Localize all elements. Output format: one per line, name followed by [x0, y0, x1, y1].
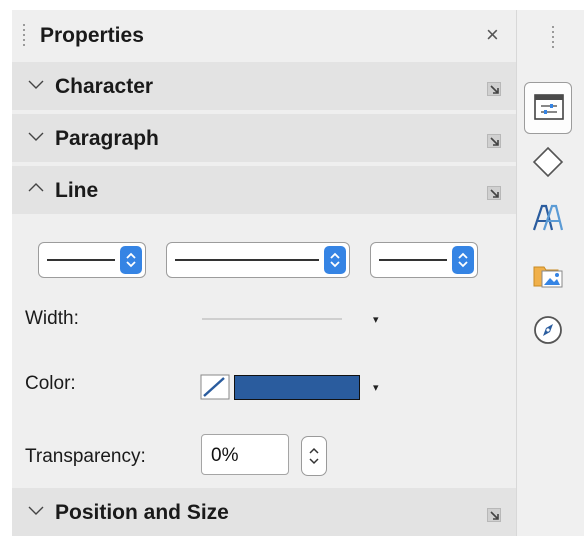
deck-grip-handle[interactable] [22, 24, 26, 49]
tab-styles[interactable] [524, 194, 572, 246]
section-character-label: Character [55, 75, 154, 98]
transparency-spinner[interactable] [301, 436, 327, 476]
chevron-up-icon [28, 183, 44, 192]
tab-navigator[interactable] [524, 306, 572, 358]
spin-updown-icon [120, 246, 142, 274]
dropdown-arrow-icon[interactable]: ▾ [373, 381, 379, 394]
tabbar-menu-grip[interactable] [551, 26, 555, 51]
section-character-header[interactable]: Character [12, 62, 516, 110]
width-label: Width: [25, 308, 79, 329]
section-line-label: Line [55, 179, 99, 202]
line-color-icon[interactable] [200, 374, 230, 400]
deck-title: Properties [40, 24, 144, 47]
line-color-swatch[interactable] [234, 375, 360, 400]
section-position-size-label: Position and Size [55, 501, 229, 524]
line-preview [379, 259, 447, 261]
close-icon[interactable]: × [486, 24, 499, 46]
styles-icon [532, 204, 564, 231]
section-line-body: Width: ▾ Color: ▾ Transparency: 0% [12, 218, 516, 486]
chevron-down-icon [28, 132, 44, 141]
more-options-icon[interactable] [487, 508, 501, 522]
chevron-down-icon [28, 506, 44, 515]
tab-properties[interactable] [524, 82, 572, 134]
line-width-selector[interactable] [202, 318, 342, 320]
more-options-icon[interactable] [487, 134, 501, 148]
properties-icon [534, 94, 564, 120]
section-paragraph-header[interactable]: Paragraph [12, 114, 516, 162]
navigator-icon [534, 316, 562, 344]
line-preview [175, 259, 319, 261]
chevron-down-icon [28, 80, 44, 89]
spin-updown-icon [452, 246, 474, 274]
more-options-icon[interactable] [487, 186, 501, 200]
shapes-icon [532, 146, 564, 178]
transparency-label: Transparency: [25, 446, 146, 467]
arrow-start-dropdown[interactable] [38, 242, 146, 278]
color-label: Color: [25, 373, 76, 394]
section-line-header[interactable]: Line [12, 166, 516, 214]
dropdown-arrow-icon[interactable]: ▾ [373, 313, 379, 326]
section-position-size-header[interactable]: Position and Size [12, 488, 516, 536]
deck-titlebar: Properties × [12, 10, 516, 62]
section-paragraph-label: Paragraph [55, 127, 159, 150]
more-options-icon[interactable] [487, 82, 501, 96]
line-style-dropdown[interactable] [166, 242, 350, 278]
spin-updown-icon [324, 246, 346, 274]
line-preview [47, 259, 115, 261]
properties-deck: Properties × Character Paragraph Line Wi… [12, 10, 516, 536]
transparency-input[interactable]: 0% [201, 434, 289, 475]
arrow-end-dropdown[interactable] [370, 242, 478, 278]
tab-shapes[interactable] [524, 138, 572, 190]
sidebar-tabbar [516, 10, 584, 536]
tab-gallery[interactable] [524, 250, 572, 302]
gallery-icon [533, 266, 563, 288]
